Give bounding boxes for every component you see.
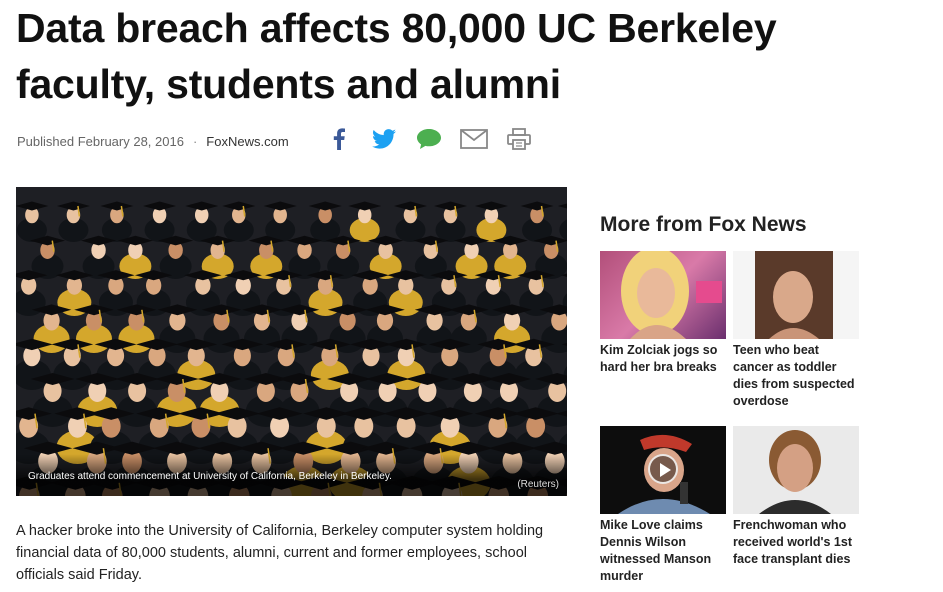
graduates-crowd-photo	[16, 187, 567, 496]
published-date: Published February 28, 2016	[17, 133, 184, 149]
article-lead-paragraph: A hacker broke into the University of Ca…	[16, 523, 544, 583]
image-credit: (Reuters)	[517, 479, 559, 490]
play-icon[interactable]	[648, 454, 678, 484]
article-meta: Published February 28, 2016 · FoxNews.co…	[17, 131, 289, 151]
more-item-title: Mike Love claims Dennis Wilson witnessed…	[600, 518, 712, 583]
video-thumbnail	[600, 426, 726, 514]
facebook-icon[interactable]	[322, 124, 356, 154]
more-item-teen-cancer[interactable]: Teen who beat cancer as toddler dies fro…	[733, 251, 861, 410]
email-icon[interactable]	[457, 124, 491, 154]
hero-image: Graduates attend commencement at Univers…	[16, 187, 567, 496]
photo-thumbnail	[733, 251, 859, 339]
more-item-title: Kim Zolciak jogs so hard her bra breaks	[600, 343, 718, 374]
print-icon[interactable]	[502, 124, 536, 154]
image-caption: Graduates attend commencement at Univers…	[28, 471, 392, 482]
more-item-title: Frenchwoman who received world's 1st fac…	[733, 518, 853, 566]
more-item-frenchwoman[interactable]: Frenchwoman who received world's 1st fac…	[733, 426, 861, 568]
article-headline: Data breach affects 80,000 UC Berkeley f…	[16, 5, 777, 107]
photo-thumbnail	[733, 426, 859, 514]
more-item-title: Teen who beat cancer as toddler dies fro…	[733, 343, 855, 408]
twitter-icon[interactable]	[367, 124, 401, 154]
share-bar	[322, 124, 547, 154]
more-item-mike-love[interactable]: Mike Love claims Dennis Wilson witnessed…	[600, 426, 728, 585]
more-item-kim-zolciak[interactable]: Kim Zolciak jogs so hard her bra breaks	[600, 251, 728, 376]
source-link[interactable]: FoxNews.com	[206, 134, 288, 149]
photo-thumbnail	[600, 251, 726, 339]
meta-separator: ·	[192, 133, 198, 149]
more-from-fox-heading: More from Fox News	[600, 213, 807, 236]
comment-icon[interactable]	[412, 124, 446, 154]
